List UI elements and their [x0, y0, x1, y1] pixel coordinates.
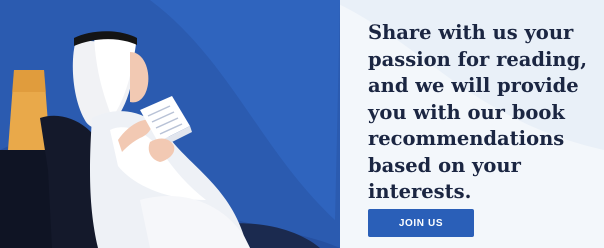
- join-us-button[interactable]: JOIN US: [368, 209, 474, 237]
- promo-headline: Share with us your passion for reading, …: [368, 21, 588, 203]
- promo-banner: Share with us your passion for reading, …: [0, 0, 604, 248]
- promo-copy: Share with us your passion for reading, …: [368, 20, 604, 206]
